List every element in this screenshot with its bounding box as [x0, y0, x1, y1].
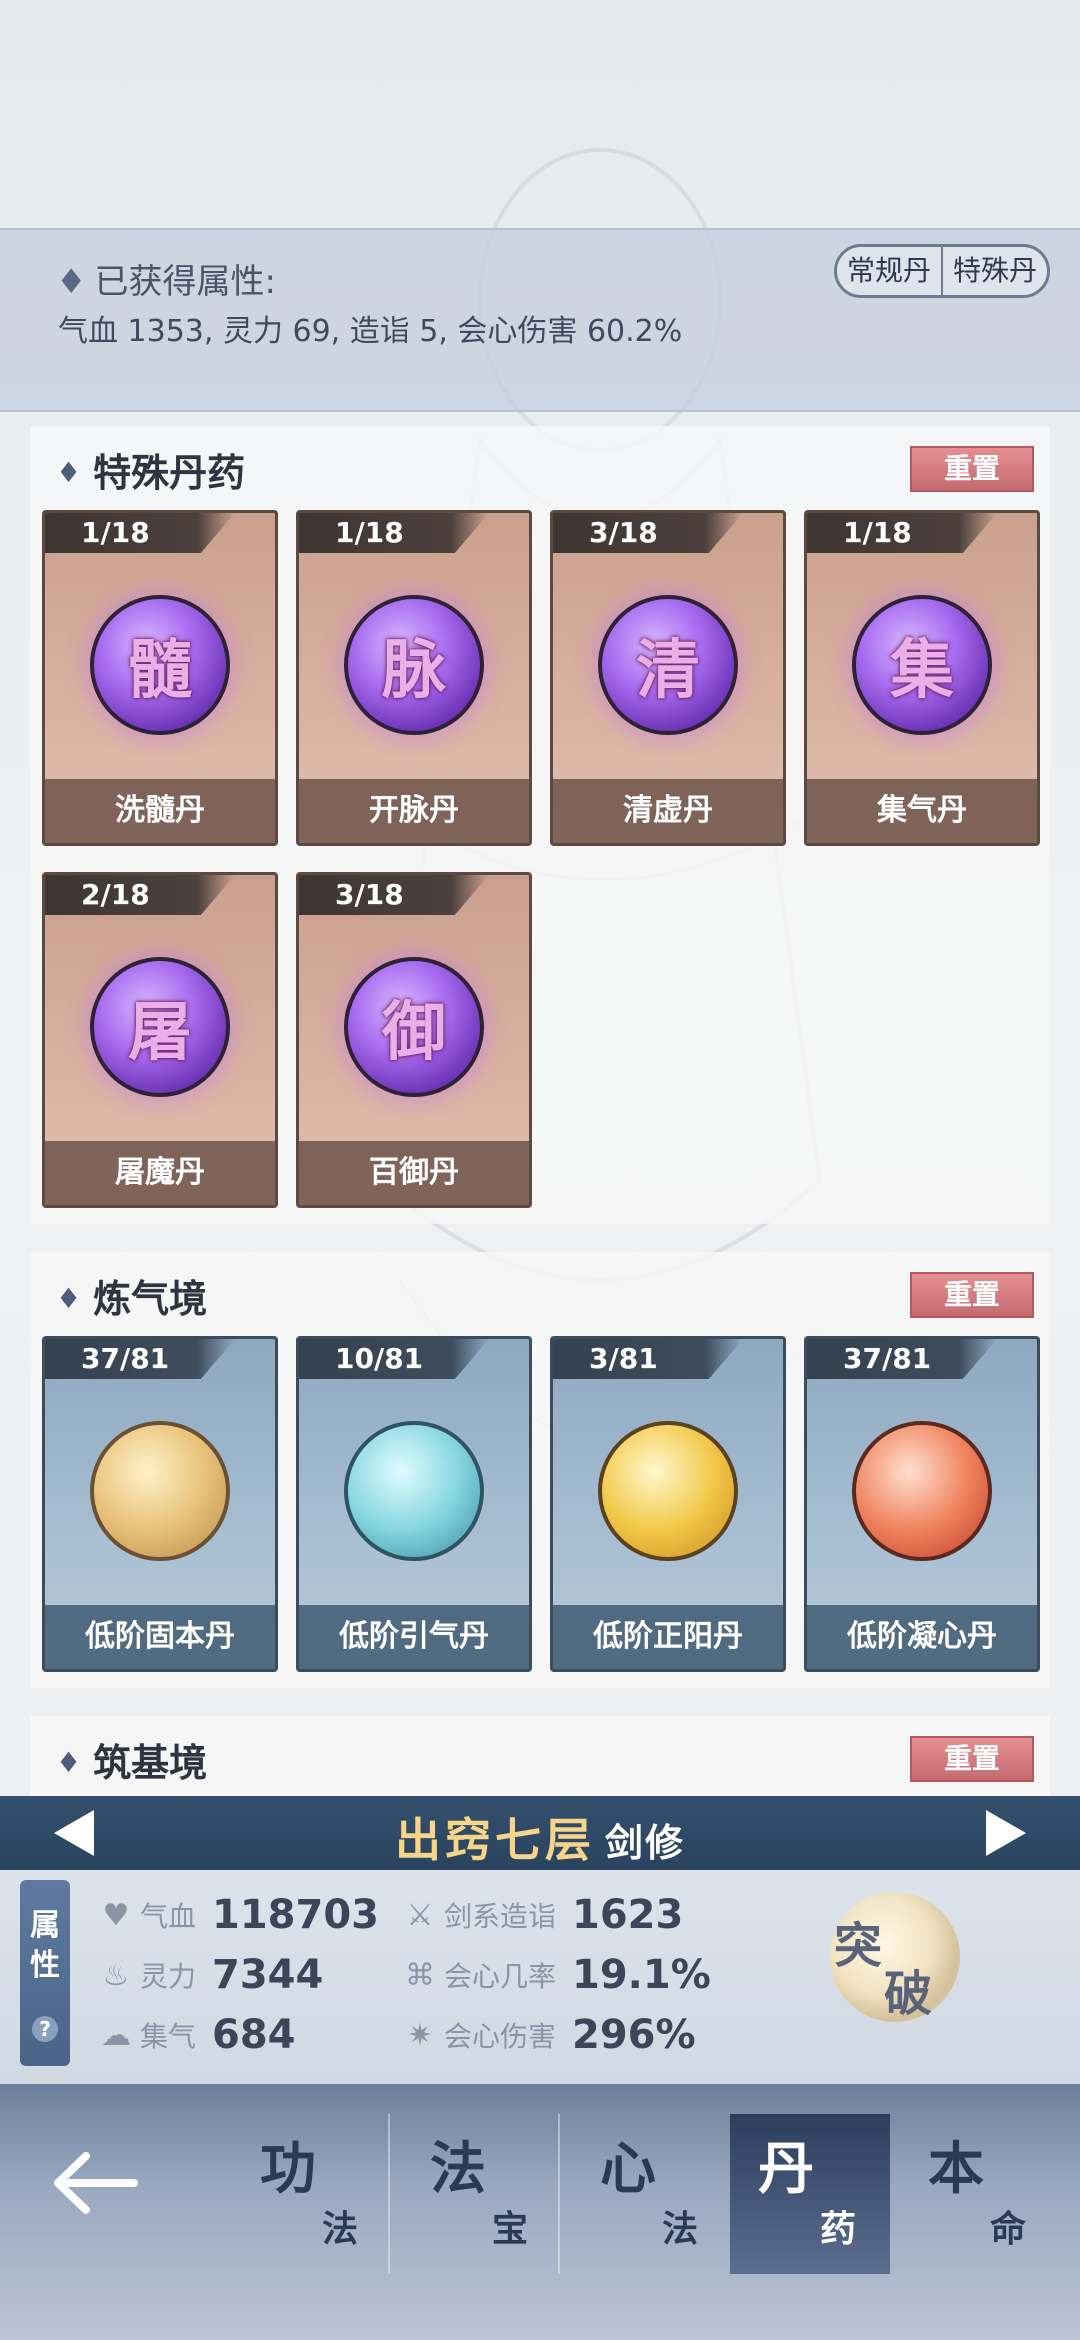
pill-card-zhengyang[interactable]: 3/81 低阶正阳丹: [550, 1336, 786, 1672]
regular-pill-tab[interactable]: 常规丹: [837, 247, 941, 295]
pill-orb-icon: [344, 1421, 484, 1561]
starburst-icon: ✷: [407, 2017, 433, 2053]
stat-jiqi: ☁ 集气 684: [96, 2010, 296, 2060]
pill-card-guben[interactable]: 37/81 低阶固本丹: [42, 1336, 278, 1672]
pill-count: 3/18: [553, 513, 743, 553]
breakthrough-button[interactable]: 突 破: [830, 1892, 960, 2022]
pill-orb-icon: 御: [344, 957, 484, 1097]
nav-danyao[interactable]: 丹药: [730, 2114, 890, 2274]
special-pill-tab[interactable]: 特殊丹: [940, 247, 1047, 295]
pill-card-jiqi[interactable]: 1/18 集 集气丹: [804, 510, 1040, 846]
stat-lingli: ♨ 灵力 7344: [96, 1950, 324, 2000]
pill-orb-icon: 髓: [90, 595, 230, 735]
special-pills-section: ♦ 特殊丹药 重置 1/18 髓 洗髓丹 1/18 脉 开脉丹 3/18 清 清虚…: [30, 426, 1050, 1224]
pill-count: 37/81: [807, 1339, 997, 1379]
pill-orb-icon: 屠: [90, 957, 230, 1097]
nav-divider: [558, 2114, 560, 2274]
pill-name: 低阶引气丹: [299, 1605, 529, 1669]
pill-count: 37/81: [45, 1339, 235, 1379]
next-arrow-icon[interactable]: [978, 1806, 1032, 1860]
section-title: ♦ 特殊丹药: [56, 451, 246, 495]
pill-name: 集气丹: [807, 779, 1037, 843]
section-title: ♦ 筑基境: [56, 1741, 208, 1785]
pill-name: 屠魔丹: [45, 1141, 275, 1205]
pill-type-switch: 常规丹 特殊丹: [833, 244, 1050, 298]
stat-crit-rate: ⌘ 会心几率 19.1%: [400, 1950, 711, 2000]
heart-icon: ♥: [102, 1897, 130, 1933]
reset-button[interactable]: 重置: [910, 1736, 1034, 1782]
pill-card-qingxu[interactable]: 3/18 清 清虚丹: [550, 510, 786, 846]
pill-orb-icon: 脉: [344, 595, 484, 735]
crit-rate-icon: ⌘: [405, 1957, 435, 1993]
pill-count: 1/18: [45, 513, 235, 553]
level-header-bar: 出窍七层 剑修: [0, 1796, 1080, 1870]
diamond-icon: ♦: [56, 1746, 82, 1779]
pill-name: 百御丹: [299, 1141, 529, 1205]
pill-count: 1/18: [807, 513, 997, 553]
nav-fabao[interactable]: 法宝: [402, 2114, 562, 2274]
foundation-section: ♦ 筑基境 重置: [30, 1716, 1050, 1796]
level-title: 出窍七层 剑修: [394, 1813, 685, 1867]
stat-sword-mastery: ⚔ 剑系造诣 1623: [400, 1890, 684, 1940]
nav-gongfa[interactable]: 功法: [232, 2114, 392, 2274]
pill-card-ningxin[interactable]: 37/81 低阶凝心丹: [804, 1336, 1040, 1672]
pill-count: 3/81: [553, 1339, 743, 1379]
pill-count: 1/18: [299, 513, 489, 553]
pill-name: 清虚丹: [553, 779, 783, 843]
diamond-icon: ♦: [56, 262, 87, 302]
qi-refining-section: ♦ 炼气境 重置 37/81 低阶固本丹 10/81 低阶引气丹 3/81 低阶正…: [30, 1252, 1050, 1688]
stat-qixue: ♥ 气血 118703: [96, 1890, 379, 1940]
attributes-tab[interactable]: 属 性 ?: [20, 1880, 70, 2066]
help-icon[interactable]: ?: [32, 2016, 58, 2042]
level-subtitle: 剑修: [604, 1821, 685, 1865]
swirl-icon: ☁: [101, 2017, 131, 2053]
reset-button[interactable]: 重置: [910, 446, 1034, 492]
attributes-title: ♦ 已获得属性:: [56, 262, 276, 302]
sword-icon: ⚔: [406, 1897, 434, 1933]
pill-count: 10/81: [299, 1339, 489, 1379]
obtained-attributes-panel: ♦ 已获得属性: 气血 1353, 灵力 69, 造诣 5, 会心伤害 60.2%…: [0, 228, 1080, 412]
pill-orb-icon: [90, 1421, 230, 1561]
pill-name: 低阶固本丹: [45, 1605, 275, 1669]
nav-benming[interactable]: 本命: [900, 2114, 1060, 2274]
back-arrow-icon[interactable]: [50, 2148, 140, 2218]
nav-xinfa[interactable]: 心法: [572, 2114, 732, 2274]
pill-name: 低阶凝心丹: [807, 1605, 1037, 1669]
pill-card-kaimai[interactable]: 1/18 脉 开脉丹: [296, 510, 532, 846]
pill-card-tumo[interactable]: 2/18 屠 屠魔丹: [42, 872, 278, 1208]
flame-icon: ♨: [102, 1957, 130, 1993]
pill-card-yinqi[interactable]: 10/81 低阶引气丹: [296, 1336, 532, 1672]
stat-crit-damage: ✷ 会心伤害 296%: [400, 2010, 695, 2060]
nav-divider: [388, 2114, 390, 2274]
bottom-navigation: 功法 法宝 心法 丹药 本命: [0, 2084, 1080, 2340]
pill-orb-icon: 清: [598, 595, 738, 735]
diamond-icon: ♦: [56, 1282, 82, 1315]
pill-card-baiyu[interactable]: 3/18 御 百御丹: [296, 872, 532, 1208]
pill-name: 低阶正阳丹: [553, 1605, 783, 1669]
reset-button[interactable]: 重置: [910, 1272, 1034, 1318]
pill-orb-icon: [852, 1421, 992, 1561]
section-title: ♦ 炼气境: [56, 1277, 208, 1321]
pill-name: 洗髓丹: [45, 779, 275, 843]
pill-name: 开脉丹: [299, 779, 529, 843]
pill-count: 3/18: [299, 875, 489, 915]
pill-orb-icon: 集: [852, 595, 992, 735]
pill-count: 2/18: [45, 875, 235, 915]
pill-orb-icon: [598, 1421, 738, 1561]
diamond-icon: ♦: [56, 456, 82, 489]
pill-card-xisui[interactable]: 1/18 髓 洗髓丹: [42, 510, 278, 846]
attributes-values: 气血 1353, 灵力 69, 造诣 5, 会心伤害 60.2%: [58, 314, 683, 349]
